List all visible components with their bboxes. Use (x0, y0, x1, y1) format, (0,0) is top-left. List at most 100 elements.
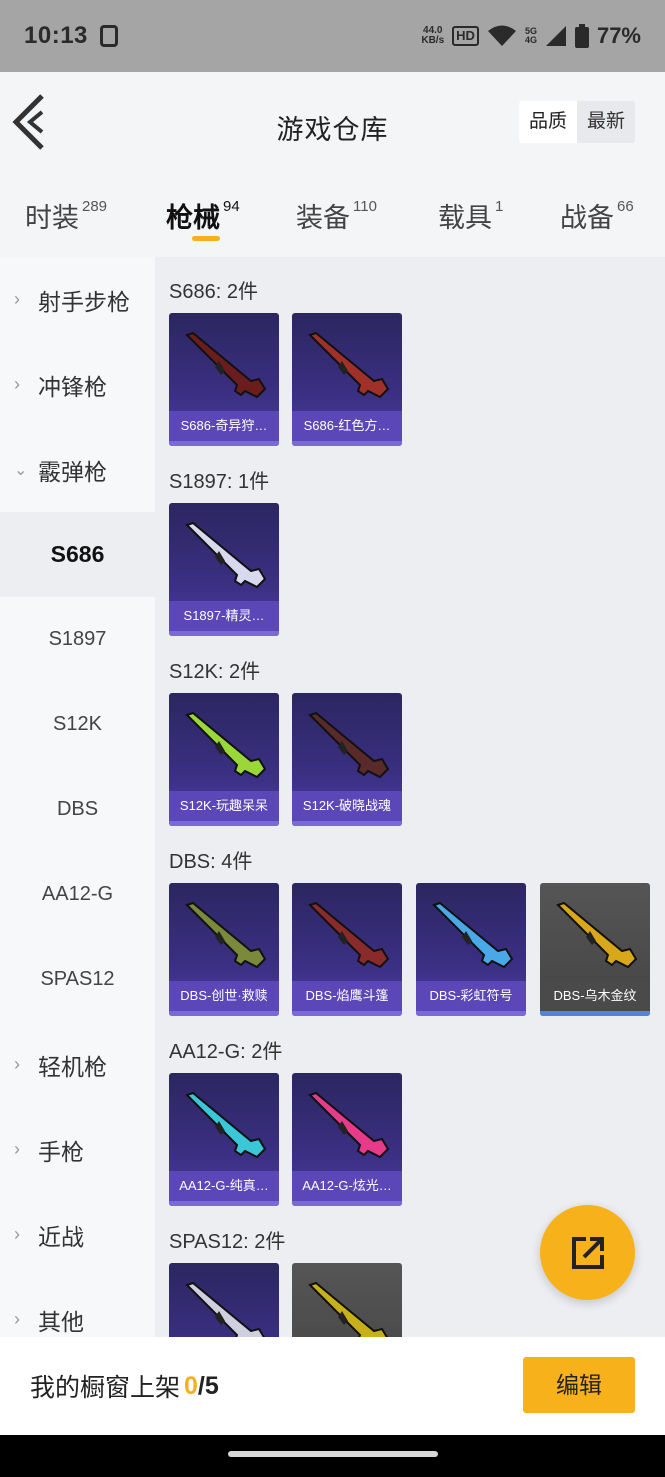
chevron-right-icon: › (14, 289, 20, 309)
sidebar-item-label: 冲锋枪 (38, 373, 107, 400)
tab-count: 66 (617, 198, 634, 215)
sidebar-item-pistol[interactable]: › 手枪 (0, 1107, 155, 1192)
tab-guns[interactable]: 枪械 94 (166, 196, 240, 235)
gun-skin-icon (185, 901, 267, 969)
chevron-right-icon: › (14, 1054, 20, 1074)
rarity-bar (169, 1201, 279, 1206)
skin-card-label: DBS-焰鹰斗篷 (292, 981, 402, 1011)
wifi-icon (487, 25, 516, 46)
skin-card[interactable]: AA12-G-纯真… (169, 1073, 279, 1206)
gun-skin-icon (185, 1281, 265, 1337)
home-gesture-handle[interactable] (228, 1451, 438, 1457)
sidebar-item-spas12[interactable]: SPAS12 (0, 937, 155, 1022)
tab-equipment[interactable]: 装备 110 (296, 196, 377, 235)
section-title: S12K: 2件 (169, 661, 261, 683)
tab-label: 时装 (25, 203, 79, 233)
gun-skin-icon (432, 901, 514, 969)
share-button[interactable] (540, 1205, 635, 1300)
sidebar-item-dbs[interactable]: DBS (0, 767, 155, 852)
rarity-bar (292, 1011, 402, 1016)
cellular-network-label: 5G 4G (525, 27, 537, 45)
rarity-bar (169, 441, 279, 446)
section-title: AA12-G: 2件 (169, 1041, 283, 1063)
sidebar-item-label: AA12-G (41, 883, 114, 905)
sort-option-newest[interactable]: 最新 (577, 101, 635, 143)
battery-icon (574, 24, 589, 48)
skin-card[interactable]: S12K-破晓战魂 (292, 693, 402, 826)
status-bar: 10:13 44.0 KB/s HD 5G 4G 77% (0, 0, 665, 72)
skin-card[interactable]: DBS-创世·救赎 (169, 883, 279, 1016)
skin-card-label: S12K-玩趣呆呆 (169, 791, 279, 821)
chevron-right-icon: › (14, 1224, 20, 1244)
tab-fashion[interactable]: 时装 289 (25, 196, 107, 235)
sidebar-item-s1897[interactable]: S1897 (0, 597, 155, 682)
skin-card-label: DBS-创世·救赎 (169, 981, 279, 1011)
sidebar-item-label: S12K (53, 713, 102, 735)
skin-card-label: S686-红色方… (292, 411, 402, 441)
skin-card[interactable]: S1897-精灵… (169, 503, 279, 636)
sidebar-item-marksman-rifle[interactable]: › 射手步枪 (0, 257, 155, 342)
skin-card[interactable] (169, 1263, 279, 1337)
showcase-count-separator: / (197, 1371, 205, 1400)
back-arrow-icon[interactable] (10, 92, 54, 152)
skin-card[interactable]: S686-奇异狩… (169, 313, 279, 446)
tab-label: 枪械 (166, 203, 220, 233)
hd-icon: HD (452, 26, 479, 46)
signal-icon (545, 26, 566, 46)
gun-skin-icon (185, 711, 267, 779)
sort-option-quality[interactable]: 品质 (518, 101, 577, 143)
skin-card-label: S686-奇异狩… (169, 411, 279, 441)
gun-skin-icon (308, 1091, 390, 1159)
network-4g: 4G (524, 35, 537, 45)
gun-skin-icon (556, 901, 638, 969)
weapon-type-sidebar: › 射手步枪 › 冲锋枪 ⌄ 霰弹枪 S686 S1897 S12K DBS A… (0, 257, 155, 1337)
skin-card-label: S1897-精灵… (169, 601, 279, 631)
edit-button[interactable]: 编辑 (523, 1357, 635, 1413)
showcase-title: 我的橱窗上架 (30, 1374, 181, 1402)
tab-vehicles[interactable]: 载具 1 (438, 196, 503, 235)
section-title: S1897: 1件 (169, 471, 270, 493)
section-title: S686: 2件 (169, 281, 258, 303)
sidebar-item-lmg[interactable]: › 轻机枪 (0, 1022, 155, 1107)
sidebar-item-shotgun[interactable]: ⌄ 霰弹枪 (0, 427, 155, 512)
skin-card[interactable]: DBS-乌木金纹 (540, 883, 650, 1016)
sidebar-item-s686[interactable]: S686 (0, 512, 155, 597)
tab-count: 94 (223, 198, 240, 215)
gun-skin-icon (308, 1281, 388, 1337)
skin-card[interactable] (292, 1263, 402, 1337)
chevron-right-icon: › (14, 1309, 20, 1329)
sidebar-item-label: 轻机枪 (38, 1053, 107, 1080)
sidebar-item-label: 其他 (38, 1308, 84, 1335)
clock: 10:13 (24, 22, 88, 49)
sidebar-item-label: 手枪 (38, 1138, 84, 1165)
rarity-bar (416, 1011, 526, 1016)
skin-card-label: AA12-G-纯真… (169, 1171, 279, 1201)
sidebar-item-melee[interactable]: › 近战 (0, 1192, 155, 1277)
tab-label: 载具 (438, 203, 492, 233)
showcase-listed-count: 0 (184, 1371, 198, 1400)
sort-toggle: 品质 最新 (518, 101, 635, 143)
sidebar-item-aa12g[interactable]: AA12-G (0, 852, 155, 937)
rarity-bar (292, 1201, 402, 1206)
skin-card[interactable]: AA12-G-炫光… (292, 1073, 402, 1206)
tab-supplies[interactable]: 战备 66 (560, 196, 634, 235)
skin-card[interactable]: DBS-彩虹符号 (416, 883, 526, 1016)
gun-skin-icon (185, 521, 267, 589)
gun-skin-icon (308, 901, 390, 969)
sidebar-item-smg[interactable]: › 冲锋枪 (0, 342, 155, 427)
skin-card[interactable]: S12K-玩趣呆呆 (169, 693, 279, 826)
rarity-bar (169, 821, 279, 826)
skin-card[interactable]: S686-红色方… (292, 313, 402, 446)
sidebar-item-label: 霰弹枪 (38, 458, 107, 485)
share-external-icon (571, 1236, 604, 1269)
showcase-footer: 我的橱窗上架 0 / 5 编辑 (0, 1337, 665, 1435)
sidebar-item-s12k[interactable]: S12K (0, 682, 155, 767)
skin-card-label: DBS-乌木金纹 (540, 981, 650, 1011)
rarity-bar (169, 631, 279, 636)
gun-skin-icon (308, 331, 390, 399)
skin-card-label: DBS-彩虹符号 (416, 981, 526, 1011)
weapon-skin-grid: S686: 2件 S686-奇异狩… S686-红色方… S1897: 1件 S1897… (155, 257, 665, 1337)
skin-card[interactable]: DBS-焰鹰斗篷 (292, 883, 402, 1016)
tab-label: 装备 (296, 203, 350, 233)
tab-count: 110 (353, 198, 377, 215)
